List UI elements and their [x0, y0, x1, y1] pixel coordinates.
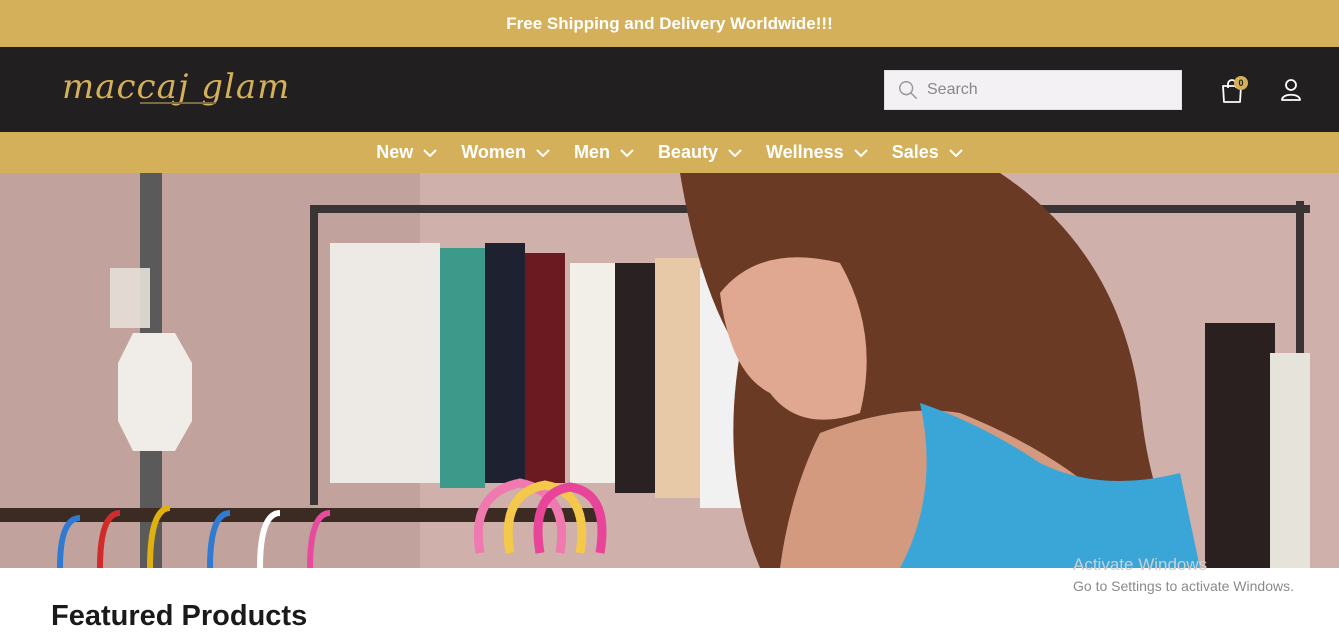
nav-item-sales[interactable]: Sales [880, 132, 975, 173]
featured-products-heading: Featured Products [51, 600, 308, 632]
search-input[interactable] [927, 81, 1157, 99]
nav-item-label: Men [573, 142, 610, 162]
chevron-down-icon [728, 148, 742, 157]
nav-item-label: Wellness [765, 142, 844, 162]
search-box[interactable] [884, 70, 1182, 110]
chevron-down-icon [536, 148, 550, 157]
announcement-bar: Free Shipping and Delivery Worldwide!!! [0, 0, 1339, 47]
chevron-down-icon [423, 148, 437, 157]
logo[interactable]: maccaj glam [62, 67, 291, 113]
chevron-down-icon [853, 148, 868, 157]
nav-item-label: Women [461, 142, 526, 162]
hero-image [0, 173, 1339, 568]
user-icon [1281, 79, 1301, 101]
chevron-down-icon [949, 148, 963, 157]
chevron-down-icon [620, 148, 634, 157]
announcement-text: Free Shipping and Delivery Worldwide!!! [506, 13, 833, 33]
nav-item-beauty[interactable]: Beauty [646, 132, 754, 173]
logo-tagline-line [140, 102, 216, 104]
search-icon [899, 81, 917, 99]
hero-video[interactable] [0, 173, 1339, 568]
nav-item-men[interactable]: Men [562, 132, 646, 173]
site-header: maccaj glam 0 [0, 47, 1339, 132]
cart-count-badge: 0 [1234, 76, 1248, 90]
nav-item-new[interactable]: New [364, 132, 449, 173]
account-button[interactable] [1280, 78, 1302, 102]
logo-text: maccaj glam [62, 67, 291, 107]
cart-button[interactable]: 0 [1220, 76, 1248, 104]
windows-watermark-subtitle: Go to Settings to activate Windows. [1073, 578, 1294, 594]
main-nav: New Women Men Beauty Wellness Sales [0, 132, 1339, 173]
nav-item-wellness[interactable]: Wellness [754, 132, 880, 173]
windows-watermark-title: Activate Windows [1073, 555, 1208, 574]
nav-item-label: Beauty [657, 142, 718, 162]
nav-item-label: New [376, 142, 414, 162]
nav-item-women[interactable]: Women [449, 132, 562, 173]
nav-item-label: Sales [891, 142, 939, 162]
